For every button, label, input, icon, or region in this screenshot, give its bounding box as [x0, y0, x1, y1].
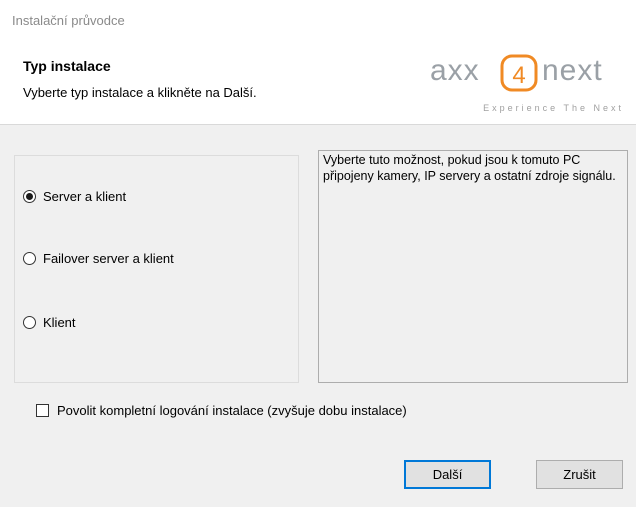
logo-tagline: Experience The Next [483, 103, 624, 113]
radio-server-and-client[interactable]: Server a klient [23, 189, 126, 204]
logging-checkbox[interactable]: Povolit kompletní logování instalace (zv… [36, 403, 407, 418]
radio-unselected-icon[interactable] [23, 316, 36, 329]
checkbox-label: Povolit kompletní logování instalace (zv… [57, 403, 407, 418]
radio-failover-server-and-client[interactable]: Failover server a klient [23, 251, 174, 266]
radio-selected-icon[interactable] [23, 190, 36, 203]
logo-brand-left: axx [430, 54, 480, 87]
option-description: Vyberte tuto možnost, pokud jsou k tomut… [318, 150, 628, 383]
radio-label: Failover server a klient [43, 251, 174, 266]
next-button[interactable]: Další [404, 460, 491, 489]
radio-label: Server a klient [43, 189, 127, 204]
radio-unselected-icon[interactable] [23, 252, 36, 265]
wizard-header: Typ instalace Vyberte typ instalace a kl… [0, 40, 636, 124]
logo-four-icon: 4 [500, 54, 538, 92]
install-type-group: Server a klient Failover server a klient… [14, 155, 299, 383]
checkbox-unchecked-icon[interactable] [36, 404, 49, 417]
axxon-logo: axx 4 next Experience The Next [428, 48, 624, 118]
radio-client[interactable]: Klient [23, 315, 76, 330]
page-subtitle: Vyberte typ instalace a klikněte na Dalš… [23, 85, 257, 100]
logo-brand-right: next [542, 54, 603, 87]
window-titlebar: Instalační průvodce [0, 0, 636, 40]
wizard-body: Server a klient Failover server a klient… [0, 125, 636, 507]
page-title: Typ instalace [23, 58, 111, 74]
logo-digit: 4 [512, 62, 525, 89]
logo-brand: axx 4 next [428, 48, 624, 94]
cancel-button[interactable]: Zrušit [536, 460, 623, 489]
radio-label: Klient [43, 315, 76, 330]
window-title: Instalační průvodce [12, 13, 125, 28]
